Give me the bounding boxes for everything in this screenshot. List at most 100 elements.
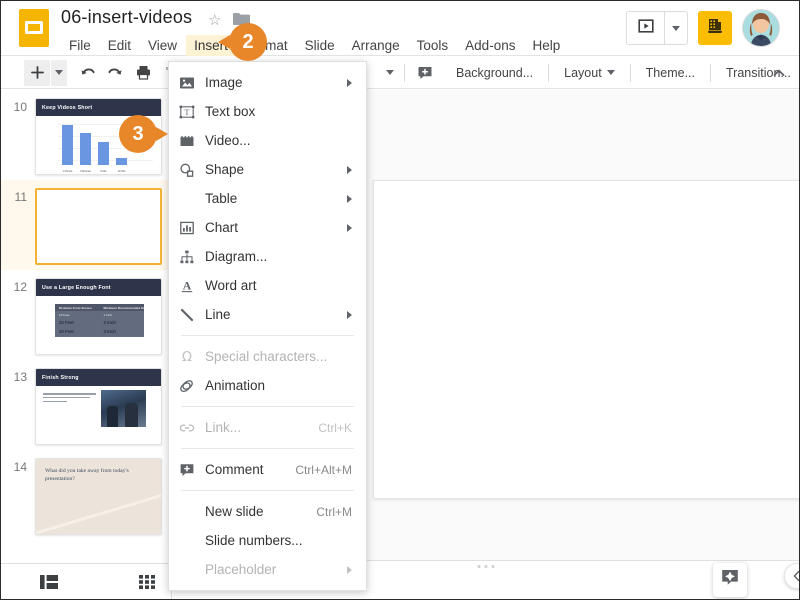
thumbnail-photo bbox=[101, 390, 146, 427]
no-icon bbox=[179, 531, 205, 551]
menu-item-slide[interactable]: Slide bbox=[297, 35, 343, 56]
insert-menu-popup[interactable]: Image TText box Video... ShapeTableChart Dia… bbox=[168, 61, 367, 591]
chart-bar bbox=[62, 125, 73, 166]
menu-item-label: Placeholder bbox=[205, 562, 347, 577]
user-avatar[interactable] bbox=[742, 9, 780, 47]
filmstrip-slide-11[interactable]: 11 bbox=[1, 180, 171, 270]
image-icon bbox=[179, 73, 205, 93]
submenu-arrow-icon bbox=[347, 79, 352, 87]
slide-filmstrip[interactable]: 10Keep Videos Short 1 Minute3 Minutes5 M… bbox=[1, 90, 172, 562]
insert-menu-item-new-slide[interactable]: New slideCtrl+M bbox=[169, 497, 366, 526]
menu-item-add-ons[interactable]: Add-ons bbox=[457, 35, 523, 56]
present-dropdown-button[interactable] bbox=[665, 12, 687, 44]
slide-thumbnail[interactable]: Finish Strong bbox=[35, 368, 162, 445]
star-icon[interactable]: ☆ bbox=[208, 13, 221, 28]
slide-thumbnail[interactable]: Use a Large Enough Font Distance From Sc… bbox=[35, 278, 162, 355]
google-slides-logo-icon bbox=[19, 9, 49, 47]
share-button[interactable] bbox=[698, 11, 732, 45]
menu-item-label: Diagram... bbox=[205, 249, 366, 264]
submenu-arrow-icon bbox=[347, 224, 352, 232]
menu-item-file[interactable]: File bbox=[61, 35, 99, 56]
layout-button[interactable]: Layout bbox=[555, 66, 624, 80]
menu-separator bbox=[181, 406, 354, 407]
insert-menu-item-special-characters: ΩSpecial characters... bbox=[169, 342, 366, 371]
print-button[interactable] bbox=[130, 60, 156, 86]
explore-icon bbox=[720, 568, 740, 593]
menu-item-label: Image bbox=[205, 75, 347, 90]
filmstrip-view-button[interactable] bbox=[35, 570, 63, 594]
background-button[interactable]: Background... bbox=[447, 66, 542, 80]
redo-button[interactable] bbox=[102, 60, 128, 86]
grid-view-button[interactable] bbox=[133, 570, 161, 594]
callout-step-2: 2 bbox=[229, 23, 267, 61]
menu-separator bbox=[181, 448, 354, 449]
google-slides-window: 06-insert-videos ☆ FileEditViewInsertFor… bbox=[0, 0, 800, 600]
filmstrip-slide-13[interactable]: 13Finish Strong bbox=[1, 360, 171, 450]
insert-menu-item-animation[interactable]: Animation bbox=[169, 371, 366, 400]
menu-item-label: Slide numbers... bbox=[205, 533, 366, 548]
present-button-group[interactable] bbox=[626, 11, 688, 45]
slide-thumbnail[interactable] bbox=[35, 188, 162, 265]
submenu-arrow-icon bbox=[347, 166, 352, 174]
menu-item-tools[interactable]: Tools bbox=[409, 35, 457, 56]
insert-menu-item-slide-numbers[interactable]: Slide numbers... bbox=[169, 526, 366, 555]
thumbnail-body-text bbox=[43, 393, 96, 404]
insert-menu-item-video[interactable]: Video... bbox=[169, 126, 366, 155]
svg-text:T: T bbox=[185, 108, 190, 117]
explore-button[interactable] bbox=[713, 563, 747, 597]
thumbnail-question-slide: What did you take away from today's pres… bbox=[36, 459, 161, 534]
comment-icon bbox=[179, 460, 205, 480]
insert-menu-item-line[interactable]: Line bbox=[169, 300, 366, 329]
insert-menu-item-shape[interactable]: Shape bbox=[169, 155, 366, 184]
collapse-toolbar-button[interactable] bbox=[769, 63, 789, 83]
slide-number: 10 bbox=[1, 98, 35, 180]
insert-menu-item-text-box[interactable]: TText box bbox=[169, 97, 366, 126]
menu-item-edit[interactable]: Edit bbox=[100, 35, 139, 56]
chevron-down-icon bbox=[672, 26, 680, 31]
menu-item-arrange[interactable]: Arrange bbox=[344, 35, 408, 56]
shape-icon bbox=[179, 160, 205, 180]
callout-number: 3 bbox=[132, 123, 143, 146]
filmstrip-slide-12[interactable]: 12Use a Large Enough Font Distance From … bbox=[1, 270, 171, 360]
zoom-dropdown[interactable] bbox=[382, 60, 398, 86]
menu-item-shortcut: Ctrl+Alt+M bbox=[295, 463, 366, 477]
layout-label: Layout bbox=[564, 66, 602, 80]
textbox-icon: T bbox=[179, 102, 205, 122]
document-title[interactable]: 06-insert-videos bbox=[61, 7, 192, 28]
no-icon bbox=[179, 189, 205, 209]
submenu-arrow-icon bbox=[347, 311, 352, 319]
insert-menu-item-table[interactable]: Table bbox=[169, 184, 366, 213]
insert-menu-item-image[interactable]: Image bbox=[169, 68, 366, 97]
filmstrip-slide-14[interactable]: 14 What did you take away from today's p… bbox=[1, 450, 171, 540]
diagram-icon bbox=[179, 247, 205, 267]
chevron-down-icon bbox=[386, 70, 394, 75]
menu-item-view[interactable]: View bbox=[140, 35, 185, 56]
submenu-arrow-icon bbox=[347, 566, 352, 574]
add-comment-button[interactable] bbox=[412, 60, 438, 86]
link-icon bbox=[179, 418, 205, 438]
menu-separator bbox=[181, 490, 354, 491]
menu-item-label: Comment bbox=[205, 462, 295, 477]
toolbar: Background... Layout Theme... Transition… bbox=[1, 57, 800, 89]
theme-button[interactable]: Theme... bbox=[637, 66, 704, 80]
new-slide-dropdown[interactable] bbox=[51, 60, 67, 86]
submenu-arrow-icon bbox=[347, 195, 352, 203]
insert-menu-item-diagram[interactable]: Diagram... bbox=[169, 242, 366, 271]
insert-menu-item-comment[interactable]: CommentCtrl+Alt+M bbox=[169, 455, 366, 484]
menu-item-label: Link... bbox=[205, 420, 318, 435]
chart-bar-label: 5 Min bbox=[98, 170, 109, 173]
menu-item-shortcut: Ctrl+K bbox=[318, 421, 366, 435]
slide-thumbnail[interactable]: What did you take away from today's pres… bbox=[35, 458, 162, 535]
no-icon bbox=[179, 560, 205, 580]
current-slide-canvas[interactable] bbox=[373, 180, 800, 499]
undo-button[interactable] bbox=[74, 60, 100, 86]
insert-menu-item-word-art[interactable]: AWord art bbox=[169, 271, 366, 300]
collapse-panel-button[interactable] bbox=[784, 563, 800, 589]
menu-item-label: Video... bbox=[205, 133, 366, 148]
insert-menu-item-chart[interactable]: Chart bbox=[169, 213, 366, 242]
new-slide-button[interactable] bbox=[24, 60, 50, 86]
wordart-icon: A bbox=[179, 276, 205, 296]
present-button[interactable] bbox=[627, 12, 665, 44]
menu-item-help[interactable]: Help bbox=[524, 35, 568, 56]
drag-handle-dots-icon[interactable] bbox=[477, 565, 494, 568]
